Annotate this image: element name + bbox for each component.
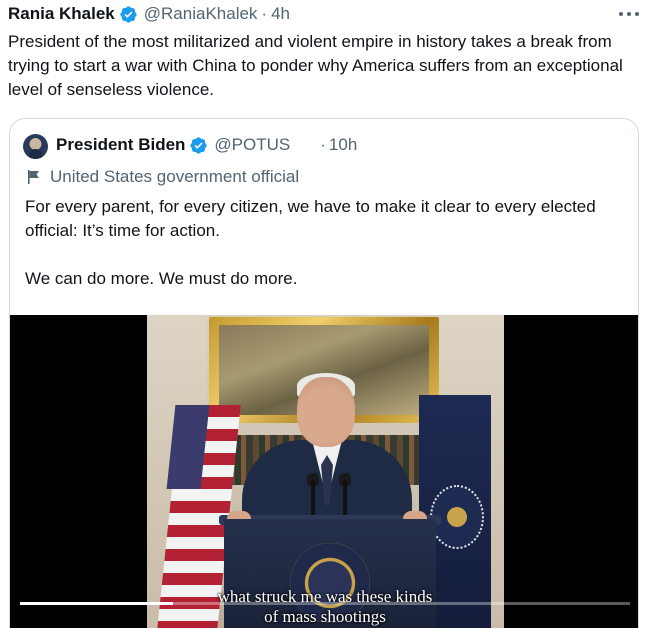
author-name[interactable]: Rania Khalek	[8, 4, 115, 24]
video-frame	[147, 315, 504, 628]
dot-1	[619, 12, 623, 16]
government-label[interactable]: United States government official	[26, 167, 299, 187]
dot-2	[627, 12, 631, 16]
avatar[interactable]	[23, 134, 48, 159]
quoted-author-name[interactable]: President Biden	[56, 135, 185, 155]
microphone-stand-left	[311, 480, 315, 520]
microphone-stand-right	[343, 480, 347, 520]
video-player[interactable]: what struck me was these kinds of mass s…	[10, 315, 638, 628]
verified-badge-icon	[120, 5, 137, 23]
tweet-text: President of the most militarized and vi…	[8, 32, 628, 99]
quoted-author-handle[interactable]: @POTUS	[214, 135, 290, 155]
speaker-head	[297, 377, 355, 447]
caption-line-2: of mass shootings	[264, 607, 386, 626]
tweet-header: Rania Khalek @RaniaKhalek · 4h	[8, 3, 290, 25]
quoted-tweet-card[interactable]: President Biden @POTUS · 10h United Stat…	[9, 118, 639, 628]
video-progress-bar[interactable]	[20, 602, 630, 605]
flag-icon	[28, 170, 39, 184]
quoted-tweet-timestamp[interactable]: 10h	[329, 135, 357, 155]
separator-dot: ·	[320, 135, 326, 154]
video-progress-fill	[20, 602, 173, 605]
more-options-icon[interactable]	[617, 4, 641, 24]
separator-dot: ·	[261, 4, 268, 23]
dot-3	[635, 12, 639, 16]
tweet[interactable]: Rania Khalek @RaniaKhalek · 4h President…	[0, 0, 652, 628]
quoted-tweet-text: For every parent, for every citizen, we …	[25, 197, 596, 288]
government-label-text: United States government official	[50, 167, 300, 186]
video-caption: what struck me was these kinds of mass s…	[180, 587, 470, 627]
tweet-timestamp[interactable]: 4h	[271, 4, 290, 24]
verified-badge-icon	[190, 136, 208, 154]
quoted-tweet-header: President Biden @POTUS · 10h	[56, 135, 357, 155]
author-handle[interactable]: @RaniaKhalek	[144, 4, 258, 24]
